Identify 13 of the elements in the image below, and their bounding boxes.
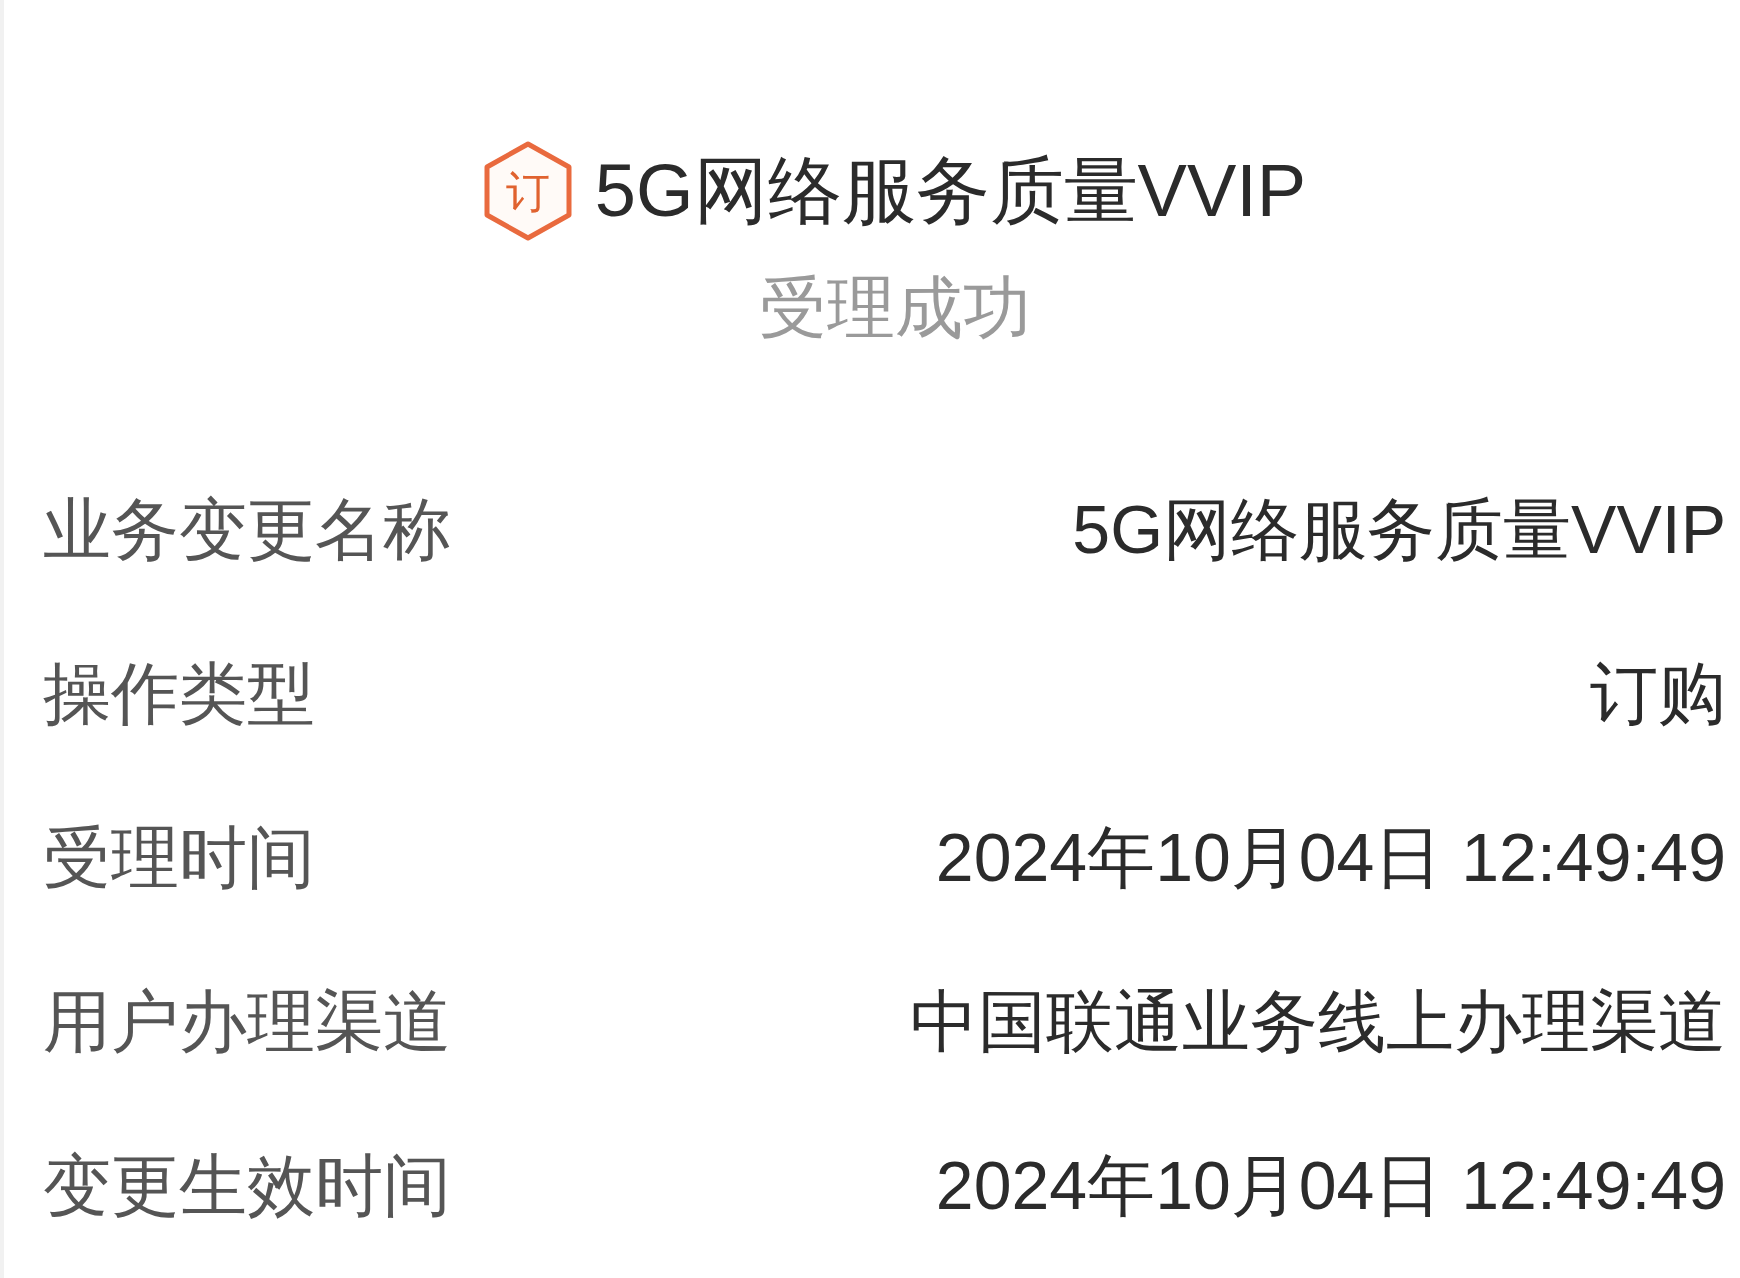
service-title: 5G网络服务质量VVIP	[594, 154, 1307, 228]
status-text: 受理成功	[758, 270, 1031, 345]
detail-label: 受理时间	[43, 820, 315, 896]
detail-label: 操作类型	[43, 656, 315, 732]
detail-label: 业务变更名称	[43, 492, 451, 568]
detail-label: 变更生效时间	[43, 1148, 451, 1224]
detail-value: 中国联通业务线上办理渠道	[910, 984, 1726, 1060]
detail-value: 2024年10月04日 12:49:49	[935, 1148, 1726, 1224]
detail-value: 订购	[1590, 656, 1726, 732]
detail-value: 5G网络服务质量VVIP	[1072, 492, 1726, 568]
detail-value: 2024年10月04日 12:49:49	[935, 820, 1726, 896]
detail-label: 用户办理渠道	[43, 984, 451, 1060]
order-badge: 订	[482, 141, 573, 241]
